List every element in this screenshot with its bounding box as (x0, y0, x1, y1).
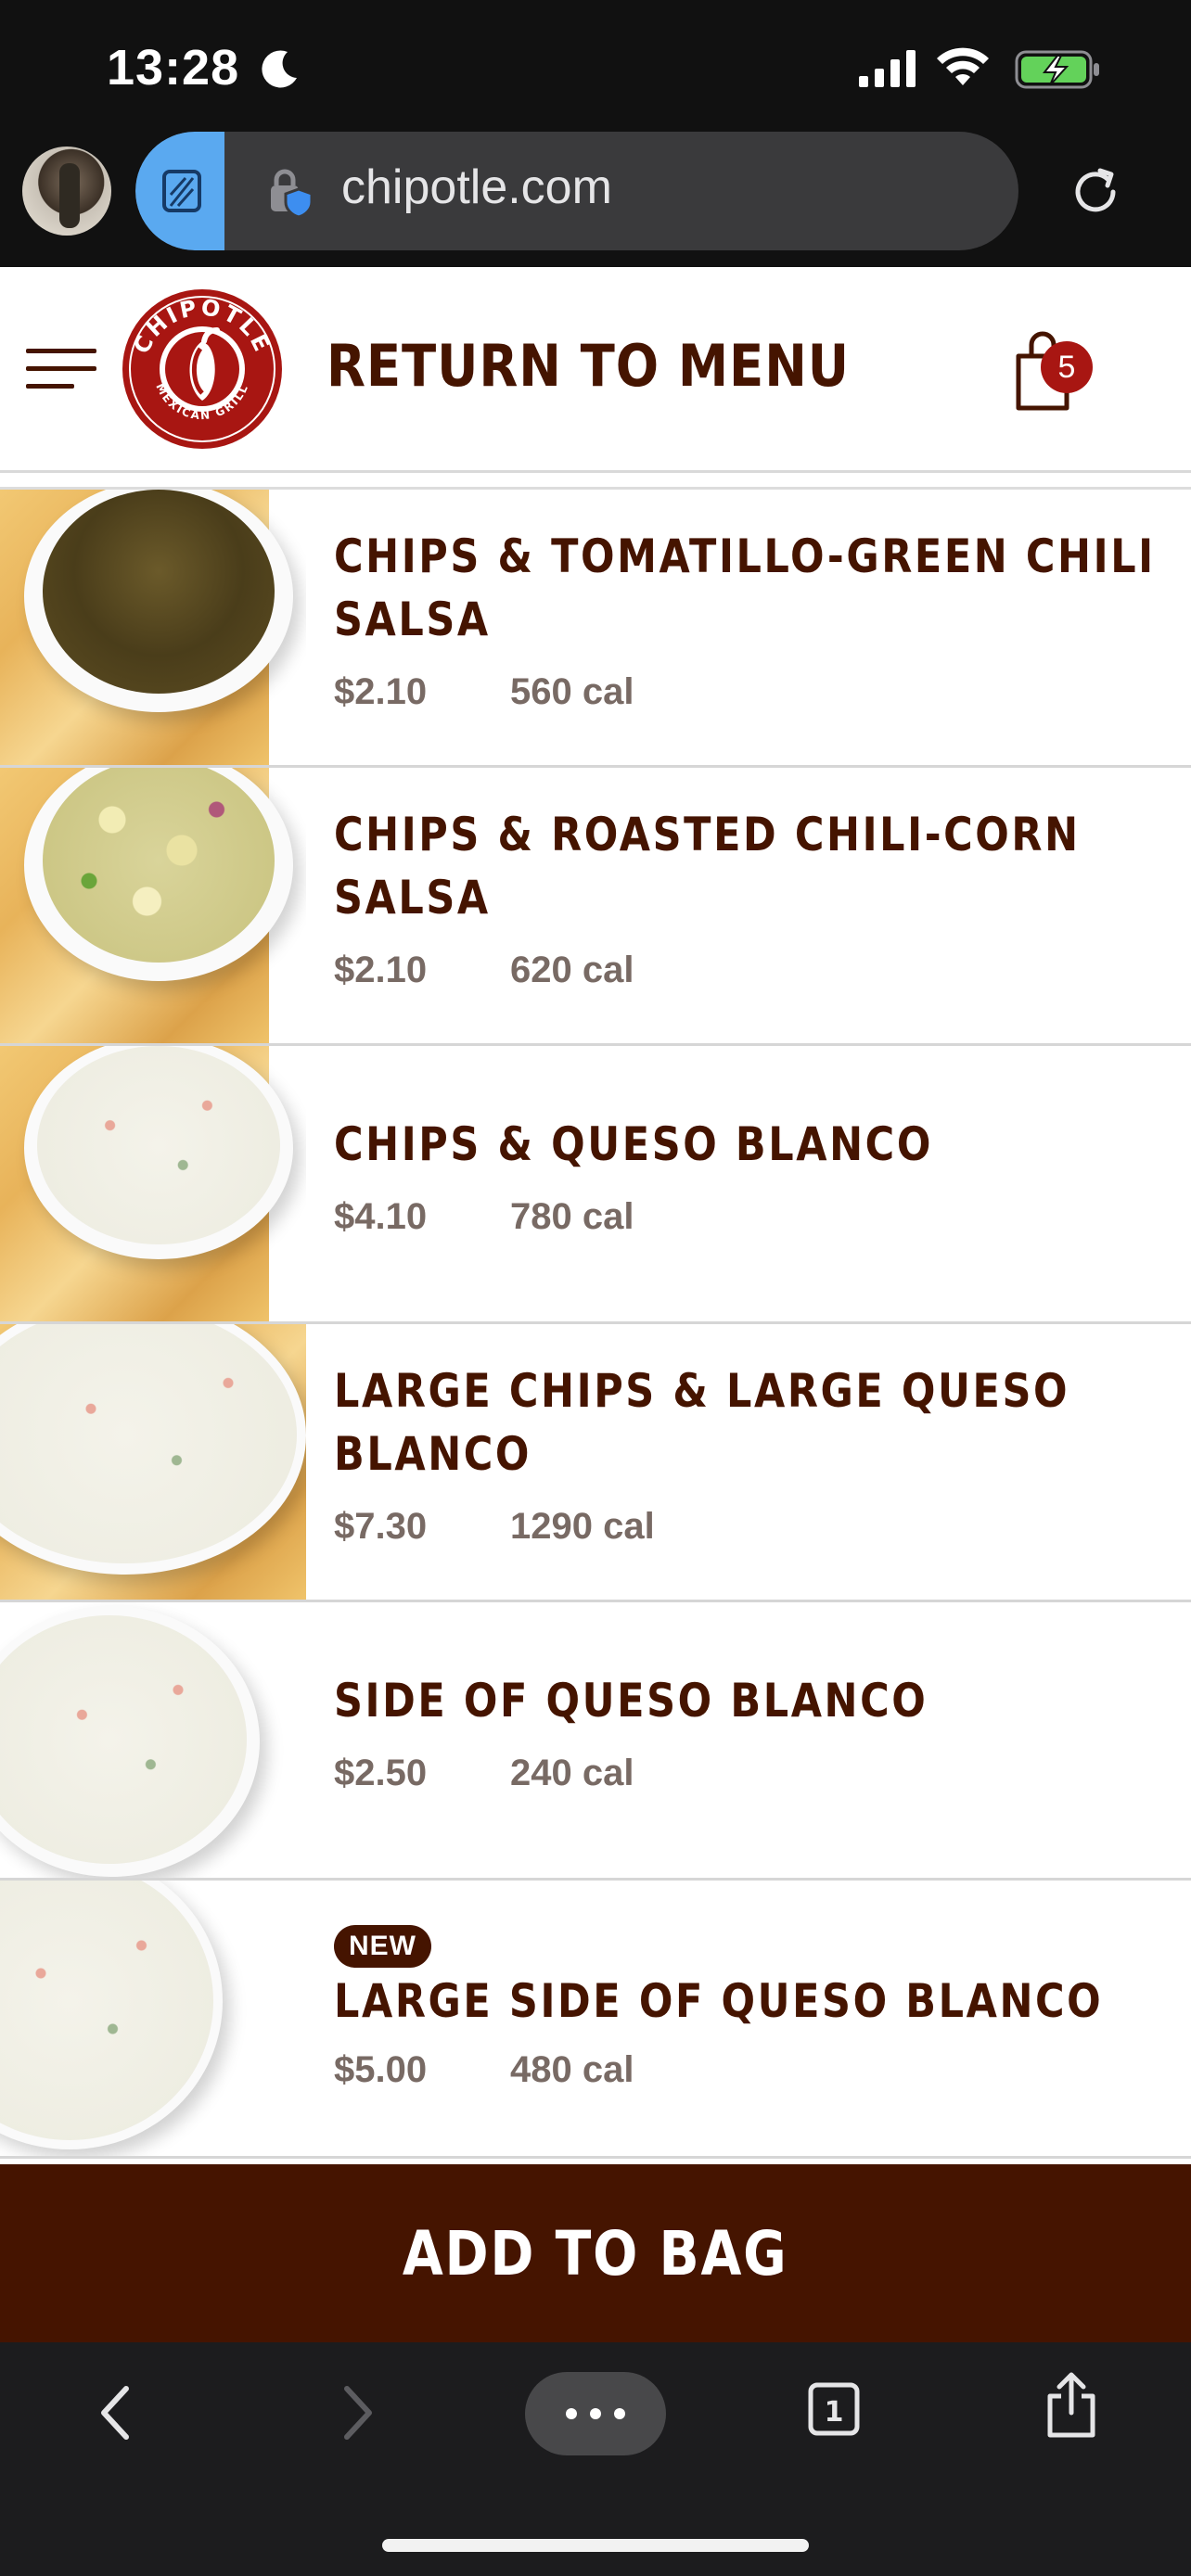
more-icon (566, 2408, 625, 2419)
item-image (0, 490, 306, 765)
battery-charging-icon (1015, 50, 1099, 89)
return-to-menu-link[interactable]: RETURN TO MENU (327, 332, 850, 400)
tabs-count: 1 (825, 2396, 844, 2429)
forward-icon[interactable] (339, 2383, 377, 2442)
tabs-icon[interactable]: 1 (807, 2379, 861, 2439)
home-indicator (382, 2539, 809, 2552)
item-price: $2.10 (334, 671, 428, 712)
menu-item[interactable]: CHIPS & TOMATILLO-GREEN CHILI SALSA $2.1… (0, 490, 1191, 768)
tab-group-chip[interactable] (135, 132, 224, 250)
item-image (0, 768, 306, 1043)
item-name: CHIPS & TOMATILLO-GREEN CHILI SALSA (334, 529, 1156, 646)
menu-item[interactable]: SIDE OF QUESO BLANCO $2.50 240 cal (0, 1602, 1191, 1881)
share-icon[interactable] (1043, 2370, 1100, 2441)
item-name: CHIPS & QUESO BLANCO (334, 1117, 933, 1171)
browser-chrome: 13:28 chipotle.com (0, 0, 1191, 267)
menu-item[interactable]: CHIPS & QUESO BLANCO $4.10 780 cal (0, 1046, 1191, 1324)
wifi-icon (937, 47, 989, 85)
item-price: $5.00 (334, 2049, 428, 2090)
list-top-divider (0, 475, 1191, 490)
item-image (0, 1881, 306, 2156)
tab-overview-icon (162, 170, 201, 212)
item-calories: 780 cal (510, 1196, 634, 1237)
do-not-disturb-moon-icon (262, 50, 297, 88)
more-button[interactable] (525, 2372, 666, 2455)
url-text[interactable]: chipotle.com (341, 159, 612, 215)
item-name: LARGE SIDE OF QUESO BLANCO (334, 1974, 1104, 2028)
hamburger-menu-icon[interactable] (26, 345, 96, 393)
item-image (0, 1046, 306, 1321)
status-time: 13:28 (107, 40, 240, 96)
chipotle-logo[interactable]: CHIPOTLE MEXICAN GRILL (121, 287, 284, 451)
item-price: $2.50 (334, 1753, 428, 1793)
profile-avatar[interactable] (22, 147, 111, 236)
item-price: $4.10 (334, 1196, 428, 1237)
privacy-lock-icon (271, 169, 314, 219)
item-calories: 480 cal (510, 2049, 634, 2090)
item-name: LARGE CHIPS & LARGE QUESO BLANCO (334, 1364, 1070, 1481)
item-price: $7.30 (334, 1506, 428, 1547)
item-price: $2.10 (334, 950, 428, 990)
item-calories: 240 cal (510, 1753, 634, 1793)
add-to-bag-label: ADD TO BAG (403, 2217, 788, 2289)
back-icon[interactable] (96, 2383, 134, 2442)
bag-count-badge: 5 (1041, 341, 1093, 393)
add-to-bag-button[interactable]: ADD TO BAG (0, 2164, 1191, 2342)
item-calories: 1290 cal (510, 1506, 655, 1547)
menu-item[interactable]: CHIPS & ROASTED CHILI-CORN SALSA $2.10 6… (0, 768, 1191, 1046)
cellular-signal-icon (859, 50, 916, 87)
site-header: CHIPOTLE MEXICAN GRILL RETURN TO MENU 5 (0, 267, 1191, 473)
item-image (0, 1324, 306, 1600)
item-image (0, 1602, 306, 1878)
menu-item[interactable]: LARGE CHIPS & LARGE QUESO BLANCO $7.30 1… (0, 1324, 1191, 1602)
reload-icon[interactable] (1067, 163, 1124, 221)
item-name: CHIPS & ROASTED CHILI-CORN SALSA (334, 808, 1081, 925)
item-calories: 620 cal (510, 950, 634, 990)
menu-item[interactable]: NEW LARGE SIDE OF QUESO BLANCO $5.00 480… (0, 1881, 1191, 2159)
new-badge: NEW (334, 1925, 431, 1968)
item-calories: 560 cal (510, 671, 634, 712)
item-name: SIDE OF QUESO BLANCO (334, 1674, 928, 1728)
